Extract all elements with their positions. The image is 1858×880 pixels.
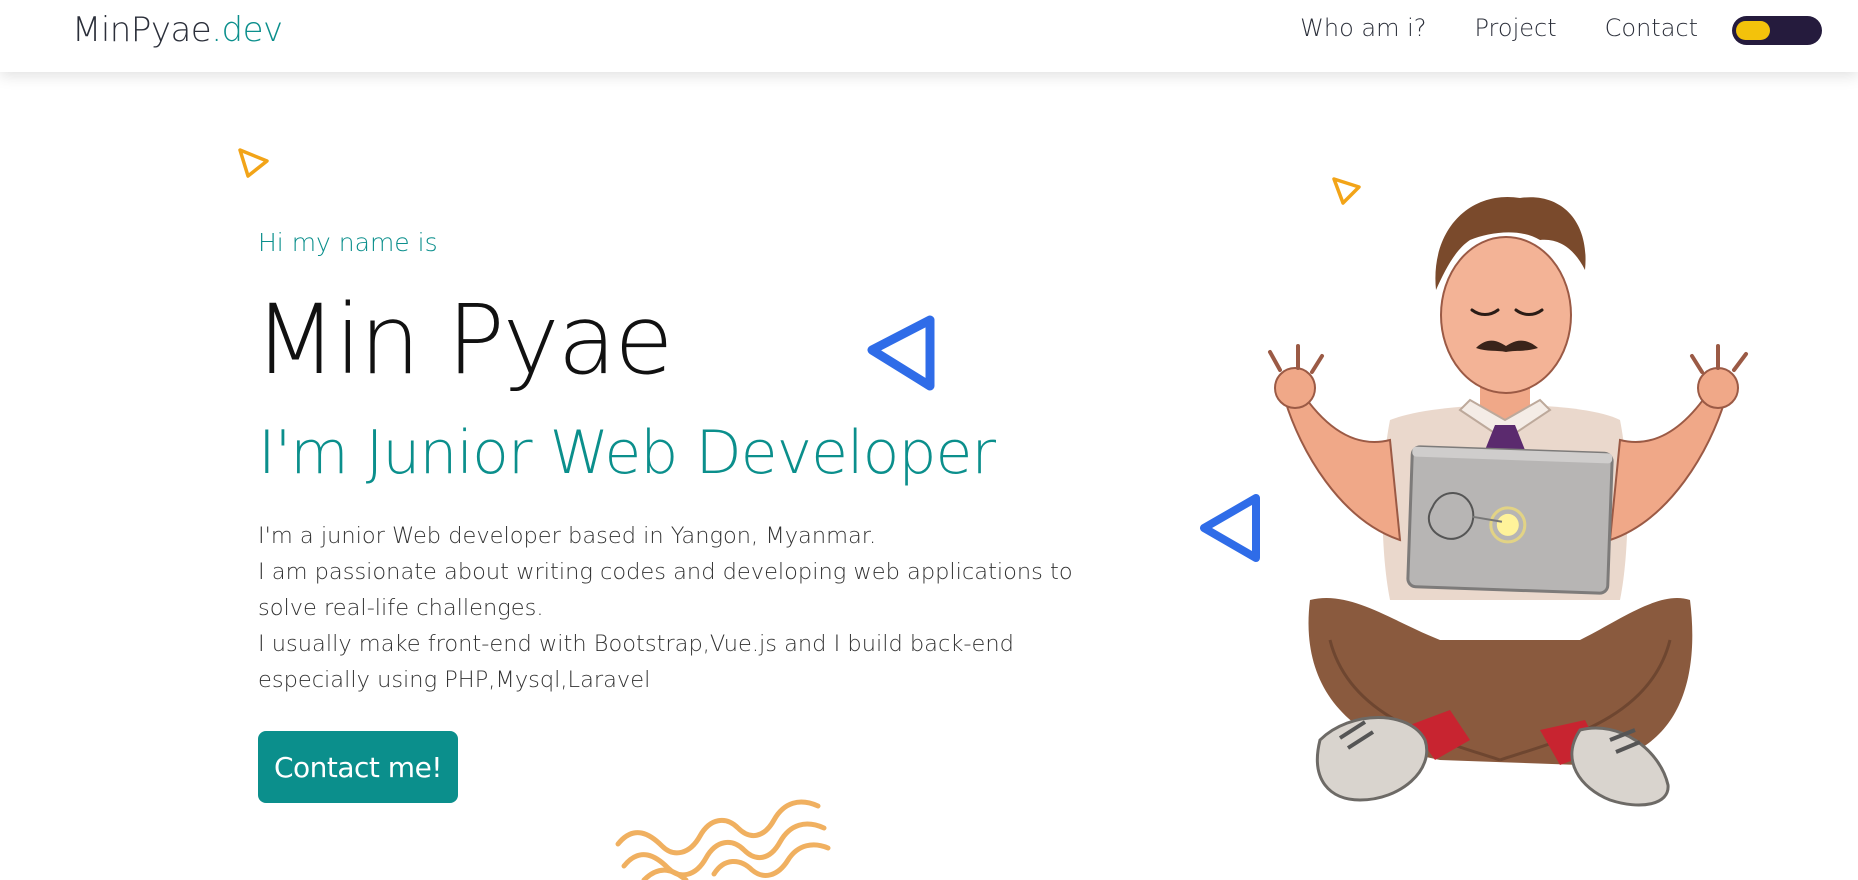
nav-link-project[interactable]: Project bbox=[1475, 14, 1557, 42]
theme-toggle-knob bbox=[1736, 21, 1770, 40]
nav-link-who-am-i[interactable]: Who am i? bbox=[1300, 14, 1426, 42]
hero-description-line-1: I'm a junior Web developer based in Yang… bbox=[258, 523, 877, 549]
contact-me-button[interactable]: Contact me! bbox=[258, 731, 458, 803]
navbar: MinPyae.dev Who am i? Project Contact bbox=[0, 0, 1858, 72]
nav-link-contact[interactable]: Contact bbox=[1605, 14, 1698, 42]
theme-toggle[interactable] bbox=[1732, 16, 1822, 45]
triangle-blue-icon bbox=[867, 315, 935, 391]
squiggle-lines-icon bbox=[615, 799, 831, 880]
hero-greeting: Hi my name is bbox=[258, 228, 438, 257]
triangle-orange-icon bbox=[238, 148, 269, 178]
brand-name: MinPyae bbox=[72, 10, 212, 50]
hero-role: I'm Junior Web Developer bbox=[258, 418, 996, 488]
hero-description-line-3: I usually make front-end with Bootstrap,… bbox=[258, 631, 1014, 693]
hero-description-line-2: I am passionate about writing codes and … bbox=[258, 559, 1073, 621]
brand-tld: .dev bbox=[211, 10, 283, 50]
developer-illustration bbox=[1268, 196, 1748, 807]
hero-name: Min Pyae bbox=[254, 284, 673, 396]
hero-description: I'm a junior Web developer based in Yang… bbox=[258, 518, 1118, 698]
nav-links: Who am i? Project Contact bbox=[1300, 14, 1698, 42]
brand-logo[interactable]: MinPyae.dev bbox=[72, 10, 283, 50]
